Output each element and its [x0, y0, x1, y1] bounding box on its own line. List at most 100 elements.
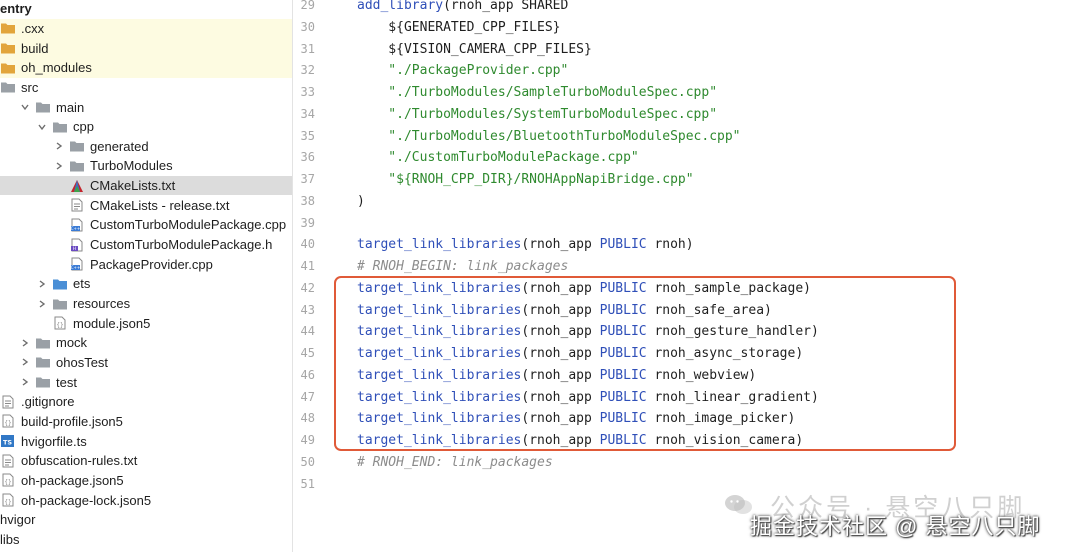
folder-icon — [35, 100, 51, 114]
line-number: 47 — [300, 389, 315, 404]
ts-file-icon: TS — [0, 434, 16, 448]
chevron-right-icon[interactable] — [19, 376, 31, 388]
svg-text:H: H — [73, 246, 76, 252]
json-file-icon: {} — [0, 414, 16, 428]
code-line[interactable]: "./PackageProvider.cpp" — [357, 60, 568, 82]
code-line[interactable]: add_library(rnoh_app SHARED — [357, 0, 568, 17]
tree-item-oh-package-lock-json5[interactable]: {} oh-package-lock.json5 — [0, 490, 292, 510]
tree-item-module-json5[interactable]: {} module.json5 — [0, 313, 292, 333]
code-line[interactable]: "./CustomTurboModulePackage.cpp" — [357, 147, 638, 169]
tree-item-mock[interactable]: mock — [0, 333, 292, 353]
tree-item-cmakelists-release-txt[interactable]: CMakeLists - release.txt — [0, 196, 292, 216]
tree-item-label: test — [56, 374, 77, 390]
tree-item-cmakelists-txt[interactable]: CMakeLists.txt — [0, 175, 292, 196]
tree-item-label: cpp — [73, 119, 94, 135]
tree-item-oh-package-json5[interactable]: {} oh-package.json5 — [0, 471, 292, 491]
code-token-str: "./TurboModules/BluetoothTurboModuleSpec… — [357, 128, 741, 144]
tree-item-label: oh_modules — [21, 60, 92, 76]
folder-icon — [52, 277, 68, 291]
tree-item-test[interactable]: test — [0, 372, 292, 392]
tree-item-label: ets — [73, 276, 91, 292]
line-number-gutter: 29 30 31 32 33 34 35 36 37 38 39 40 41 42 43 44 45 46 47 48… — [293, 0, 340, 552]
chevron-right-icon[interactable] — [19, 356, 31, 368]
code-line[interactable]: "./TurboModules/BluetoothTurboModuleSpec… — [357, 126, 741, 148]
folder-icon — [0, 41, 16, 55]
code-line[interactable]: ${VISION_CAMERA_CPP_FILES} — [357, 39, 592, 61]
chevron-right-icon[interactable] — [36, 278, 48, 290]
code-token-str: "${RNOH_CPP_DIR}/RNOHAppNapiBridge.cpp" — [357, 172, 694, 187]
code-line[interactable]: # RNOH_END: link_packages — [357, 452, 553, 474]
line-number: 42 — [300, 280, 315, 295]
tree-item-ets[interactable]: ets — [0, 274, 292, 294]
svg-text:C++: C++ — [71, 265, 81, 270]
chevron-down-icon[interactable] — [36, 121, 48, 133]
tree-item-gitignore[interactable]: .gitignore — [0, 392, 292, 412]
tree-item-label: entry — [0, 1, 32, 17]
cpp-file-icon: C++ — [69, 218, 85, 232]
tree-item-oh-modules[interactable]: oh_modules — [0, 57, 292, 78]
code-token-fn: add_library — [357, 0, 444, 13]
tree-item-entry[interactable]: entry — [0, 0, 292, 19]
tree-item-main[interactable]: main — [0, 97, 292, 117]
tree-item-resources[interactable]: resources — [0, 294, 292, 314]
tree-item-label: CustomTurboModulePackage.cpp — [90, 217, 287, 233]
tree-item-hvigorfile-ts[interactable]: TS hvigorfile.ts — [0, 431, 292, 451]
tree-item-src[interactable]: src — [0, 78, 292, 98]
h-file-icon: H — [69, 238, 85, 252]
tree-item-label: hvigor — [0, 512, 36, 528]
tree-item-obfuscation-rules-txt[interactable]: obfuscation-rules.txt — [0, 451, 292, 471]
chevron-right-icon[interactable] — [36, 298, 48, 310]
code-token-txt: ${VISION_CAMERA_CPP_FILES} — [357, 41, 592, 57]
tree-item-ohostest[interactable]: ohosTest — [0, 353, 292, 373]
code-line[interactable]: "./TurboModules/SampleTurboModuleSpec.cp… — [357, 82, 717, 104]
code-line[interactable]: "./TurboModules/SystemTurboModuleSpec.cp… — [357, 104, 717, 126]
watermark-juejin: 掘金技术社区 @ 悬空八只脚 — [750, 514, 1041, 539]
line-number: 35 — [300, 128, 315, 143]
code-line[interactable]: target_link_libraries(rnoh_app PUBLIC rn… — [357, 234, 694, 256]
tree-item-generated[interactable]: generated — [0, 137, 292, 157]
code-line[interactable]: ) — [357, 191, 365, 213]
tree-item-hvigor[interactable]: hvigor — [0, 510, 292, 530]
tree-item-cpp[interactable]: cpp — [0, 117, 292, 137]
chevron-right-icon[interactable] — [19, 337, 31, 349]
tree-item-label: src — [21, 79, 39, 95]
tree-item-build[interactable]: build — [0, 38, 292, 58]
project-tree-panel: entry .cxx build oh_modulessrc main cpp genera… — [0, 0, 293, 552]
line-number: 34 — [300, 106, 315, 121]
tree-item-turbomodules[interactable]: TurboModules — [0, 156, 292, 176]
tree-item-build-profile-json5[interactable]: {} build-profile.json5 — [0, 412, 292, 432]
code-token-cmt: # RNOH_BEGIN: link_packages — [357, 259, 569, 274]
tree-item-label: CustomTurboModulePackage.h — [90, 237, 273, 253]
code-line[interactable]: "${RNOH_CPP_DIR}/RNOHAppNapiBridge.cpp" — [357, 169, 694, 191]
chevron-right-icon[interactable] — [53, 160, 65, 172]
line-number: 33 — [300, 85, 315, 99]
tree-item-label: libs — [0, 531, 20, 547]
svg-text:TS: TS — [3, 439, 12, 447]
tree-item-label: mock — [56, 335, 88, 351]
folder-icon — [0, 61, 16, 75]
code-token-txt: rnoh) — [646, 237, 694, 253]
tree-item-libs[interactable]: libs — [0, 530, 292, 550]
tree-item-cxx[interactable]: .cxx — [0, 18, 292, 39]
tree-item-packageprovider-cpp[interactable]: C++ PackageProvider.cpp — [0, 254, 292, 274]
tree-item-label: resources — [73, 296, 131, 312]
folder-icon — [35, 375, 51, 389]
tree-item-customturbomodulepackage-cpp[interactable]: C++ CustomTurboModulePackage.cpp — [0, 215, 292, 235]
code-line[interactable]: ${GENERATED_CPP_FILES} — [357, 17, 561, 39]
code-line[interactable]: # RNOH_BEGIN: link_packages — [357, 256, 568, 278]
line-number: 51 — [300, 476, 315, 491]
json-file-icon: {} — [0, 473, 16, 487]
code-token-str: "./TurboModules/SystemTurboModuleSpec.cp… — [357, 106, 718, 122]
folder-icon — [35, 355, 51, 369]
code-token-txt: ${GENERATED_CPP_FILES} — [357, 19, 561, 35]
tree-item-label: module.json5 — [73, 315, 151, 331]
folder-icon — [69, 159, 85, 173]
chevron-down-icon[interactable] — [19, 101, 31, 113]
svg-text:{}: {} — [4, 499, 11, 506]
cpp-file-icon: C++ — [69, 257, 85, 271]
line-number: 37 — [300, 172, 315, 186]
chevron-right-icon[interactable] — [53, 140, 65, 152]
tree-item-customturbomodulepackage-h[interactable]: H CustomTurboModulePackage.h — [0, 235, 292, 255]
line-number: 40 — [300, 237, 315, 252]
tree-item-label: obfuscation-rules.txt — [21, 453, 138, 469]
